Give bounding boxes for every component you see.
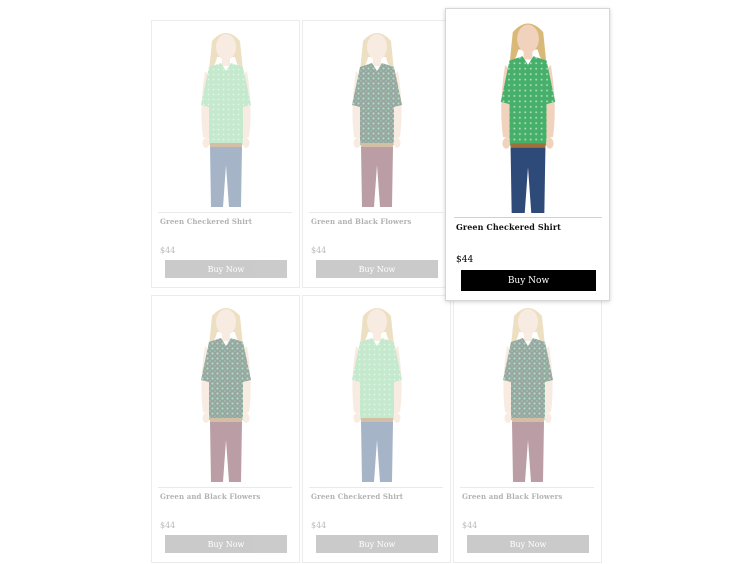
product-card[interactable]: Green and Black Flowers $44 Buy Now [151,295,300,563]
product-price: $44 [462,521,478,530]
product-card[interactable]: Green Checkered Shirt $44 Buy Now [151,20,300,288]
buy-now-button[interactable]: Buy Now [165,260,287,278]
divider [460,487,594,488]
divider [309,487,443,488]
product-image[interactable] [158,27,294,207]
product-price: $44 [160,521,176,530]
product-name[interactable]: Green and Black Flowers [311,217,411,226]
product-name[interactable]: Green Checkered Shirt [311,492,403,501]
product-name[interactable]: Green Checkered Shirt [160,217,252,226]
buy-now-button[interactable]: Buy Now [165,535,287,553]
product-card-active[interactable]: Green Checkered Shirt $44 Buy Now [445,8,610,301]
buy-now-button[interactable]: Buy Now [461,270,596,291]
product-price: $44 [311,246,327,255]
product-grid: Green Checkered Shirt $44 Buy Now Green … [0,0,747,564]
product-card[interactable]: Green and Black Flowers $44 Buy Now [453,295,602,563]
product-name[interactable]: Green and Black Flowers [160,492,260,501]
divider [454,217,602,218]
product-price: $44 [311,521,327,530]
product-price: $44 [456,255,474,265]
divider [158,212,292,213]
divider [158,487,292,488]
product-image[interactable] [454,17,602,213]
product-name[interactable]: Green and Black Flowers [462,492,562,501]
product-card[interactable]: Green and Black Flowers $44 Buy Now [302,20,451,288]
product-image[interactable] [309,302,445,482]
product-image[interactable] [309,27,445,207]
buy-now-button[interactable]: Buy Now [316,260,438,278]
buy-now-button[interactable]: Buy Now [316,535,438,553]
divider [309,212,443,213]
product-price: $44 [160,246,176,255]
buy-now-button[interactable]: Buy Now [467,535,589,553]
product-image[interactable] [460,302,596,482]
product-image[interactable] [158,302,294,482]
product-name[interactable]: Green Checkered Shirt [456,222,561,232]
product-card[interactable]: Green Checkered Shirt $44 Buy Now [302,295,451,563]
